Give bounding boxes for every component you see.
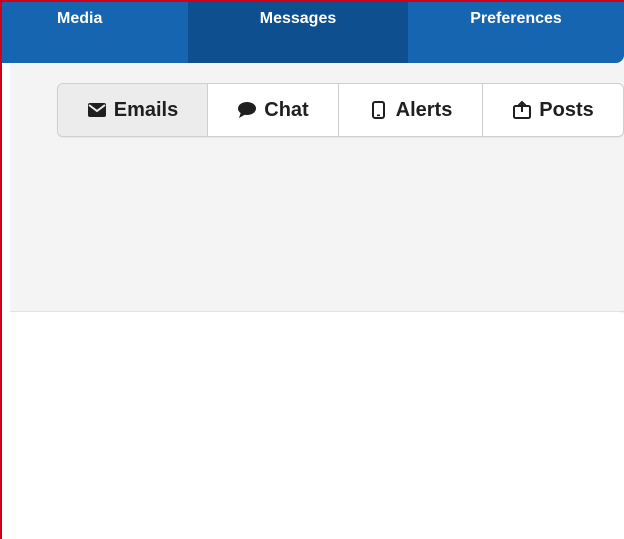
mobile-phone-icon: [369, 100, 389, 120]
tab-chat[interactable]: Chat: [208, 84, 339, 136]
tab-label: Chat: [264, 98, 309, 121]
tab-emails[interactable]: Emails: [58, 84, 208, 136]
nav-item-label: Media: [57, 10, 103, 27]
speech-bubble-icon: [237, 100, 257, 120]
message-type-tabs: Emails Chat Alerts Posts: [57, 83, 624, 137]
tab-label: Emails: [113, 98, 179, 121]
tab-label: Alerts: [395, 98, 453, 121]
app-frame: Media Messages Preferences Emails Chat A…: [0, 0, 624, 539]
nav-item-media[interactable]: Media: [2, 2, 188, 63]
nav-item-label: Messages: [259, 10, 337, 27]
envelope-icon: [87, 100, 107, 120]
nav-item-label: Preferences: [470, 10, 562, 27]
share-post-icon: [512, 100, 532, 120]
nav-item-preferences[interactable]: Preferences: [408, 2, 624, 63]
content-card: [10, 311, 624, 539]
tab-alerts[interactable]: Alerts: [339, 84, 483, 136]
top-navigation-bar: Media Messages Preferences: [2, 2, 624, 63]
tab-posts[interactable]: Posts: [483, 84, 623, 136]
nav-item-messages[interactable]: Messages: [188, 2, 408, 63]
tab-label: Posts: [539, 98, 594, 121]
